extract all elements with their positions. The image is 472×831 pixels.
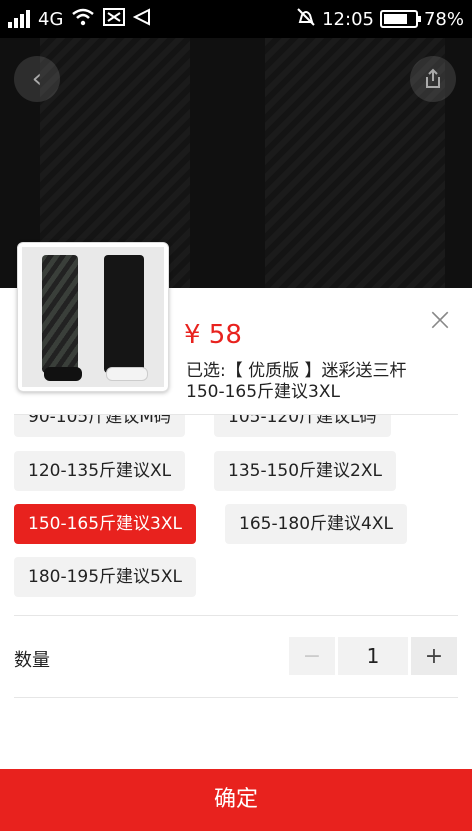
black-shoe	[44, 367, 82, 381]
alarm-off-icon	[296, 7, 316, 32]
camo-pants-figure	[42, 255, 78, 373]
share-icon	[426, 68, 440, 88]
divider	[14, 615, 458, 616]
send-icon	[133, 7, 151, 31]
status-right: 12:05 78%	[296, 7, 464, 32]
battery-icon	[379, 10, 421, 28]
chevron-left-icon: ‹	[31, 64, 43, 94]
clock-time: 12:05	[322, 8, 374, 30]
close-icon: ×	[426, 300, 454, 338]
size-option[interactable]: 165-180斤建议4XL	[225, 504, 407, 544]
white-shoe	[106, 367, 148, 381]
confirm-button[interactable]: 确定	[0, 769, 472, 831]
wifi-icon	[71, 8, 95, 30]
share-button[interactable]	[410, 56, 456, 102]
product-photo	[22, 247, 164, 387]
divider	[14, 697, 458, 698]
product-thumbnail	[17, 242, 169, 392]
size-options: 90-105斤建议M码 105-120斤建议L码 120-135斤建议XL 13…	[0, 415, 472, 615]
size-option[interactable]: 105-120斤建议L码	[214, 415, 391, 437]
back-button[interactable]: ‹	[14, 56, 60, 102]
quantity-stepper: − 1 +	[289, 637, 457, 675]
quantity-label: 数量	[14, 650, 50, 671]
quantity-value[interactable]: 1	[338, 637, 408, 675]
selected-variant-line2: 150-165斤建议3XL	[186, 382, 340, 402]
size-option-selected[interactable]: 150-165斤建议3XL	[14, 504, 196, 544]
status-left: 4G	[8, 7, 151, 31]
network-type: 4G	[38, 8, 64, 30]
increment-button[interactable]: +	[411, 637, 457, 675]
black-pants-figure	[104, 255, 144, 373]
size-option[interactable]: 180-195斤建议5XL	[14, 557, 196, 597]
signal-icon	[8, 10, 30, 28]
size-option[interactable]: 135-150斤建议2XL	[214, 451, 396, 491]
close-button[interactable]: ×	[425, 303, 455, 335]
status-bar: 4G 12:05 78%	[0, 0, 472, 38]
size-option[interactable]: 120-135斤建议XL	[14, 451, 186, 491]
battery-percent: 78%	[423, 8, 464, 30]
product-price: ¥ 58	[184, 320, 242, 350]
screenshot-icon	[103, 7, 126, 31]
size-option[interactable]: 90-105斤建议M码	[14, 415, 185, 437]
decrement-button[interactable]: −	[289, 637, 335, 675]
